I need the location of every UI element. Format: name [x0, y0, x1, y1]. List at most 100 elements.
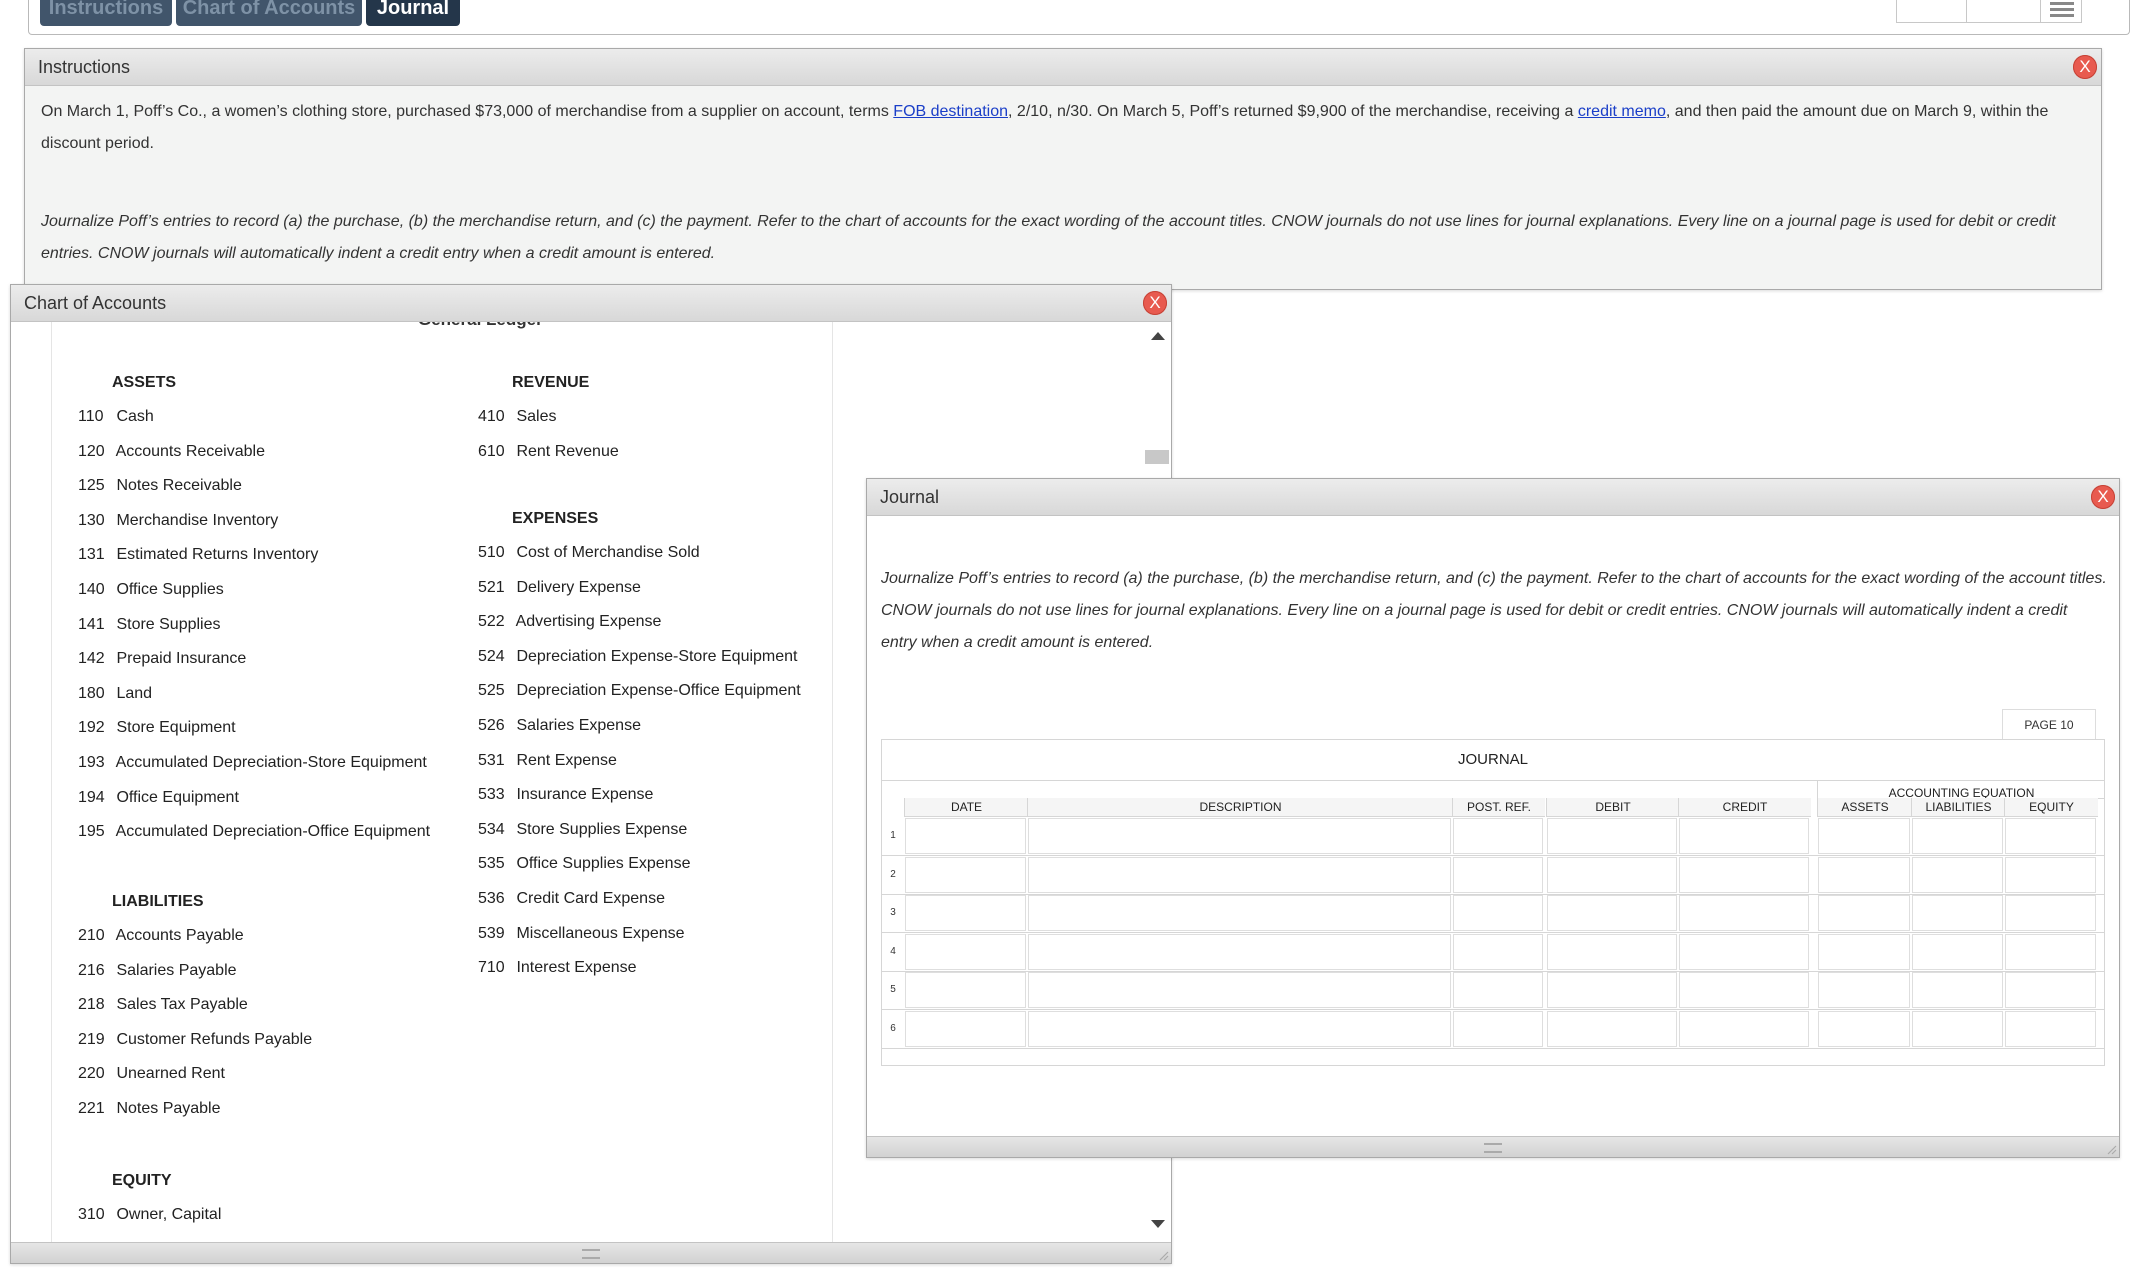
account-220: 220 Unearned Rent [78, 1065, 225, 1083]
drag-grip-icon[interactable] [582, 1249, 600, 1259]
assets-cell[interactable] [1818, 818, 1910, 854]
account-535: 535 Office Supplies Expense [478, 855, 690, 873]
assets-cell[interactable] [1818, 933, 1910, 970]
debit-input[interactable] [1547, 972, 1677, 1009]
resize-handle-icon[interactable] [1157, 1249, 1169, 1261]
liabilities-cell[interactable] [1912, 1011, 2003, 1047]
account-531: 531 Rent Expense [478, 752, 617, 770]
post-ref-input[interactable] [1453, 856, 1543, 893]
account-536: 536 Credit Card Expense [478, 890, 665, 908]
description-input[interactable] [1028, 1011, 1451, 1047]
instructions-titlebar[interactable]: Instructions X [25, 49, 2101, 86]
date-input[interactable] [905, 1011, 1026, 1047]
drag-grip-icon[interactable] [1484, 1143, 1502, 1153]
description-input[interactable] [1028, 818, 1451, 854]
date-input[interactable] [905, 972, 1026, 1009]
hamburger-menu-icon [2045, 0, 2079, 22]
post-ref-input[interactable] [1453, 1011, 1543, 1047]
tab-chart-of-accounts[interactable]: Chart of Accounts [176, 0, 362, 26]
scroll-down-arrow-icon[interactable] [1151, 1220, 1165, 1228]
debit-input[interactable] [1547, 818, 1677, 854]
post-ref-input[interactable] [1453, 972, 1543, 1009]
description-input[interactable] [1028, 895, 1451, 932]
page-number: PAGE 10 [2002, 709, 2096, 740]
date-input[interactable] [905, 933, 1026, 970]
description-input[interactable] [1028, 856, 1451, 893]
journal-row: 1 [882, 817, 2104, 856]
post-ref-input[interactable] [1453, 818, 1543, 854]
account-number: 220 [78, 1065, 105, 1083]
journal-close-button[interactable]: X [2091, 485, 2115, 509]
liabilities-cell[interactable] [1912, 895, 2003, 932]
date-input[interactable] [905, 818, 1026, 854]
instructions-close-button[interactable]: X [2073, 55, 2097, 79]
account-195: 195 Accumulated Depreciation-Office Equi… [78, 823, 430, 841]
liabilities-cell[interactable] [1912, 972, 2003, 1009]
credit-input[interactable] [1679, 933, 1809, 970]
account-number: 531 [478, 751, 505, 769]
tab-instructions[interactable]: Instructions [40, 0, 172, 26]
account-name: Rent Revenue [512, 442, 619, 460]
debit-input[interactable] [1547, 895, 1677, 932]
credit-input[interactable] [1679, 818, 1809, 854]
chart-of-accounts-close-button[interactable]: X [1143, 291, 1167, 315]
credit-memo-link[interactable]: credit memo [1578, 103, 1666, 120]
account-name: Accumulated Depreciation-Office Equipmen… [112, 823, 431, 841]
debit-input[interactable] [1547, 933, 1677, 970]
instructions-window: Instructions X On March 1, Poff’s Co., a… [24, 48, 2102, 290]
scroll-up-arrow-icon[interactable] [1151, 332, 1165, 340]
debit-input[interactable] [1547, 1011, 1677, 1047]
date-input[interactable] [905, 895, 1026, 932]
liabilities-cell[interactable] [1912, 856, 2003, 893]
chart-of-accounts-footer[interactable] [11, 1242, 1171, 1263]
assets-cell[interactable] [1818, 972, 1910, 1009]
credit-input[interactable] [1679, 856, 1809, 893]
liabilities-cell[interactable] [1912, 933, 2003, 970]
journal-titlebar[interactable]: Journal X [867, 479, 2119, 516]
description-input[interactable] [1028, 933, 1451, 970]
post-ref-input[interactable] [1453, 933, 1543, 970]
journal-row: 3 [882, 894, 2104, 934]
column-header-debit: DEBIT [1546, 798, 1679, 817]
revenue-heading: REVENUE [512, 374, 590, 391]
resize-handle-icon[interactable] [2105, 1143, 2117, 1155]
debit-input[interactable] [1547, 856, 1677, 893]
account-number: 522 [478, 613, 505, 631]
equity-cell[interactable] [2005, 895, 2096, 932]
equity-cell[interactable] [2005, 818, 2096, 854]
equity-cell[interactable] [2005, 972, 2096, 1009]
credit-input[interactable] [1679, 895, 1809, 932]
journal-footer[interactable] [867, 1136, 2119, 1157]
account-name: Unearned Rent [112, 1065, 225, 1083]
assets-cell[interactable] [1818, 856, 1910, 893]
assets-cell[interactable] [1818, 895, 1910, 932]
account-name: Notes Receivable [112, 477, 242, 495]
account-number: 410 [478, 408, 505, 425]
assets-cell[interactable] [1818, 1011, 1910, 1047]
toolbar-button-2[interactable] [1966, 0, 2042, 23]
account-number: 216 [78, 961, 105, 979]
fob-destination-link[interactable]: FOB destination [893, 103, 1008, 120]
post-ref-input[interactable] [1453, 895, 1543, 932]
toolbar-menu-button[interactable] [2040, 0, 2082, 23]
liabilities-heading: LIABILITIES [112, 893, 204, 910]
account-name: Depreciation Expense-Office Equipment [512, 682, 801, 700]
equity-cell[interactable] [2005, 856, 2096, 893]
equity-cell[interactable] [2005, 933, 2096, 970]
account-140: 140 Office Supplies [78, 581, 224, 599]
journal-row: 6 [882, 1010, 2104, 1049]
equity-cell[interactable] [2005, 1011, 2096, 1047]
scroll-thumb[interactable] [1145, 450, 1169, 464]
credit-input[interactable] [1679, 1011, 1809, 1047]
date-input[interactable] [905, 856, 1026, 893]
account-524: 524 Depreciation Expense-Store Equipment [478, 648, 798, 666]
column-header-credit: CREDIT [1678, 798, 1811, 817]
liabilities-cell[interactable] [1912, 818, 2003, 854]
toolbar-button-1[interactable] [1896, 0, 1968, 23]
chart-of-accounts-titlebar[interactable]: Chart of Accounts X [11, 285, 1171, 322]
description-input[interactable] [1028, 972, 1451, 1009]
account-number: 130 [78, 511, 105, 529]
credit-input[interactable] [1679, 972, 1809, 1009]
tab-journal[interactable]: Journal [366, 0, 460, 26]
instructions-body: On March 1, Poff’s Co., a women’s clothi… [25, 96, 2101, 270]
